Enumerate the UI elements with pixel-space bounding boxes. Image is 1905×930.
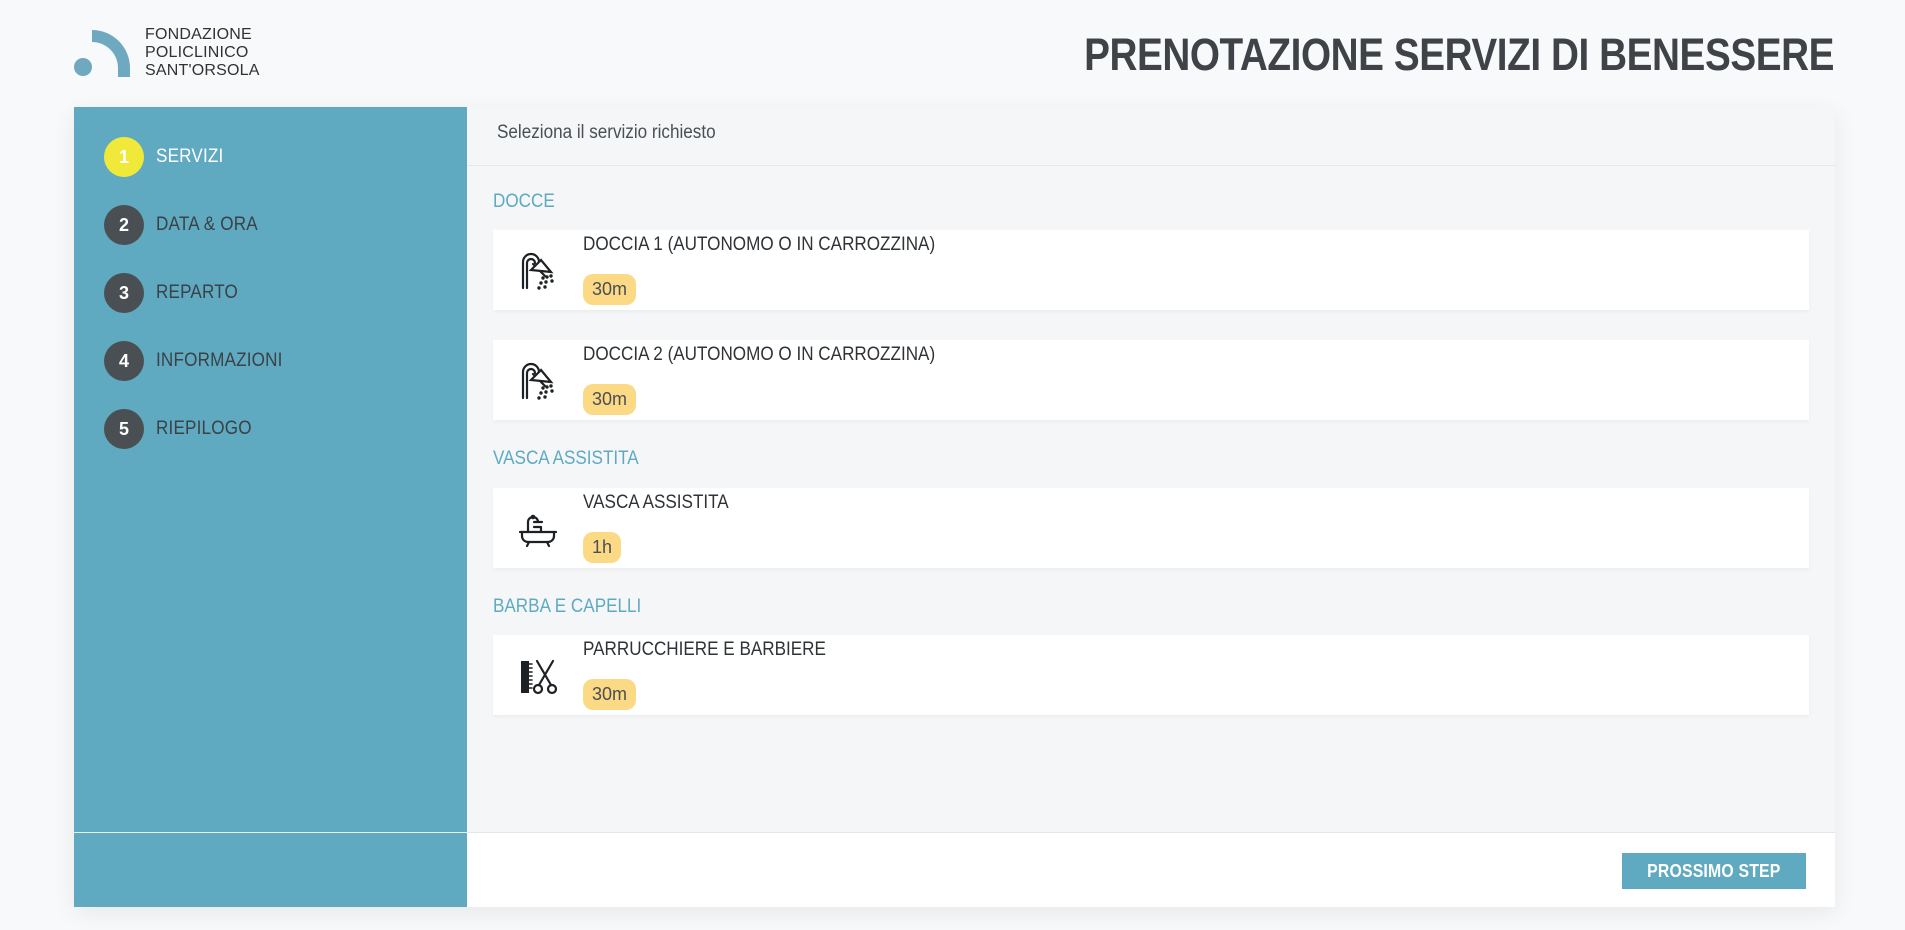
service-name: VASCA ASSISTITA — [583, 492, 729, 513]
step-data-ora[interactable]: 2 DATA & ORA — [104, 205, 444, 245]
next-step-label: PROSSIMO STEP — [1647, 861, 1781, 881]
category-title: DOCCE — [493, 191, 555, 212]
service-name: DOCCIA 1 (AUTONOMO O IN CARROZZINA) — [583, 234, 936, 255]
step-label: RIEPILOGO — [156, 418, 252, 439]
step-reparto[interactable]: 3 REPARTO — [104, 273, 444, 313]
duration-badge: 1h — [583, 532, 622, 563]
step-riepilogo[interactable]: 5 RIEPILOGO — [104, 409, 444, 449]
booking-panel: 1 SERVIZI 2 DATA & ORA 3 REPARTO 4 INFOR… — [74, 107, 1835, 907]
content-header: Seleziona il servizio richiesto — [467, 107, 1835, 166]
logo-line: FONDAZIONE — [145, 26, 252, 43]
service-name: DOCCIA 2 (AUTONOMO O IN CARROZZINA) — [583, 344, 936, 365]
content-heading: Seleziona il servizio richiesto — [497, 122, 716, 143]
next-step-button[interactable]: PROSSIMO STEP — [1622, 853, 1806, 889]
steps-sidebar: 1 SERVIZI 2 DATA & ORA 3 REPARTO 4 INFOR… — [74, 107, 467, 907]
services-content: Seleziona il servizio richiesto DOCCE DO… — [467, 107, 1835, 907]
duration-badge: 30m — [583, 274, 637, 305]
step-number: 2 — [104, 205, 144, 245]
step-label: SERVIZI — [156, 146, 224, 167]
service-card-doccia-1[interactable]: DOCCIA 1 (AUTONOMO O IN CARROZZINA) 30m — [493, 230, 1809, 310]
step-label: INFORMAZIONI — [156, 350, 283, 371]
service-name: PARRUCCHIERE E BARBIERE — [583, 639, 826, 660]
step-number: 3 — [104, 273, 144, 313]
step-informazioni[interactable]: 4 INFORMAZIONI — [104, 341, 444, 381]
shower-icon — [521, 362, 554, 400]
step-number: 4 — [104, 341, 144, 381]
duration-badge: 30m — [583, 679, 637, 710]
logo-text: FONDAZIONE POLICLINICO SANT'ORSOLA — [145, 26, 260, 80]
step-number: 1 — [104, 137, 144, 177]
duration-badge: 30m — [583, 384, 637, 415]
page-title: PRENOTAZIONE SERVIZI DI BENESSERE — [1084, 29, 1834, 80]
step-label: DATA & ORA — [156, 214, 258, 235]
step-label: REPARTO — [156, 282, 239, 303]
logo-line: POLICLINICO — [145, 44, 249, 61]
logo-icon — [74, 30, 130, 77]
logo-line: SANT'ORSOLA — [145, 62, 260, 79]
service-card-parrucchiere[interactable]: PARRUCCHIERE E BARBIERE 30m — [493, 635, 1809, 715]
shower-icon — [521, 252, 554, 290]
sidebar-footer — [74, 832, 467, 907]
service-card-doccia-2[interactable]: DOCCIA 2 (AUTONOMO O IN CARROZZINA) 30m — [493, 340, 1809, 420]
step-servizi[interactable]: 1 SERVIZI — [104, 137, 444, 177]
content-footer: PROSSIMO STEP — [467, 832, 1835, 907]
bathtub-icon — [518, 514, 558, 548]
comb-scissors-icon — [521, 659, 558, 695]
header: FONDAZIONE POLICLINICO SANT'ORSOLA PRENO… — [0, 0, 1905, 107]
service-card-vasca-assistita[interactable]: VASCA ASSISTITA 1h — [493, 488, 1809, 568]
category-title: BARBA E CAPELLI — [493, 596, 642, 617]
category-title: VASCA ASSISTITA — [493, 448, 639, 469]
step-number: 5 — [104, 409, 144, 449]
